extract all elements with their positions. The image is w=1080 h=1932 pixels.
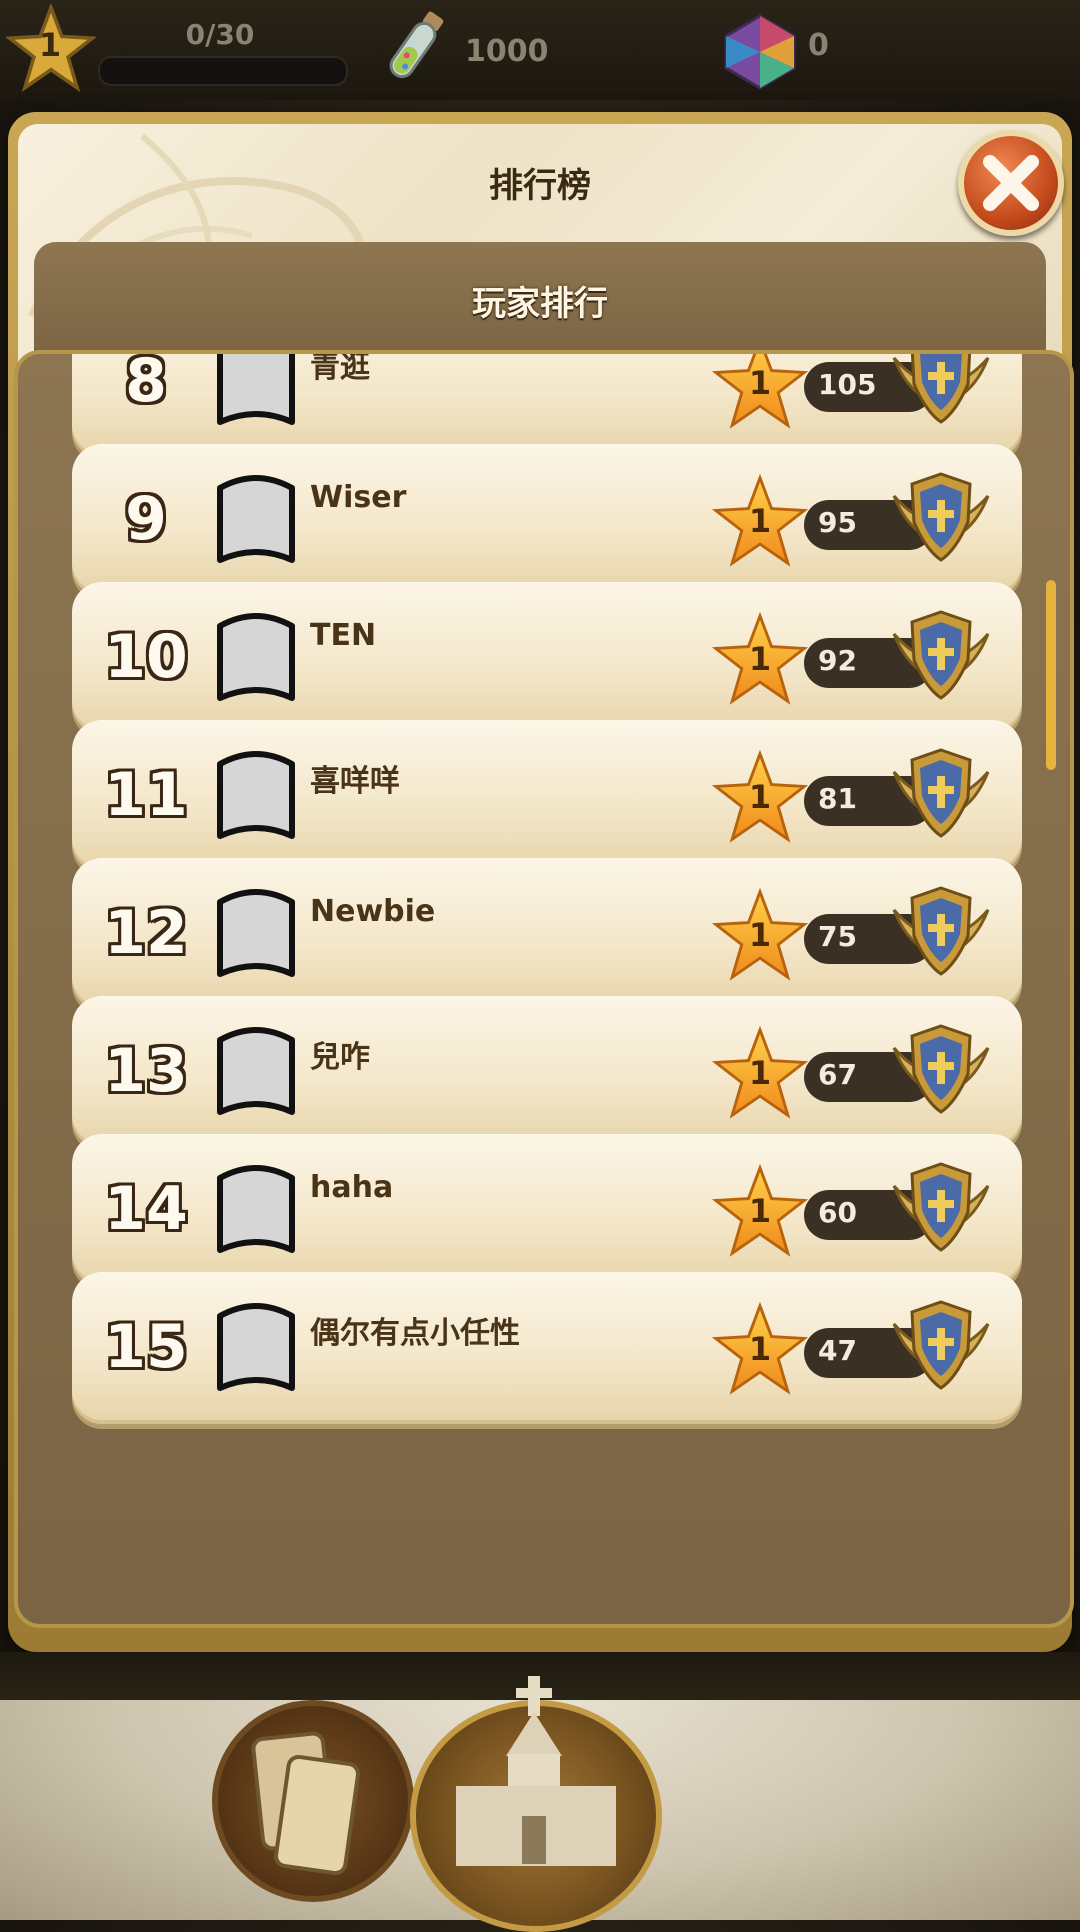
avatar-placeholder-icon[interactable] [212, 610, 300, 706]
avatar-placeholder-icon[interactable] [212, 354, 300, 430]
player-score: 75 [818, 920, 857, 953]
potion-icon[interactable] [368, 4, 458, 96]
close-button[interactable] [958, 130, 1064, 236]
rank-number: 14 [104, 1174, 188, 1244]
player-name: 偶尔有点小任性 [310, 1316, 520, 1351]
leaderboard-row[interactable]: 12 Newbie 1 75 [72, 858, 1022, 1010]
rank-number: 12 [104, 898, 188, 968]
leaderboard-row[interactable]: 10 TEN 1 92 [72, 582, 1022, 734]
rank-number: 11 [104, 760, 188, 830]
player-name: Wiser [310, 480, 407, 515]
church-nav-button[interactable] [410, 1676, 662, 1932]
avatar-placeholder-icon[interactable] [212, 1024, 300, 1120]
avatar-placeholder-icon[interactable] [212, 1300, 300, 1396]
shield-wings-icon [886, 604, 996, 704]
xp-progress-bar [98, 56, 348, 86]
player-name: TEN [310, 618, 377, 653]
avatar-placeholder-icon[interactable] [212, 748, 300, 844]
shield-wings-icon [886, 1018, 996, 1118]
avatar-placeholder-icon[interactable] [212, 472, 300, 568]
player-level: 1 [748, 502, 772, 540]
xp-text: 0/30 [185, 18, 255, 51]
player-name: Newbie [310, 894, 436, 929]
shield-wings-icon [886, 880, 996, 980]
list-scrollbar[interactable] [1046, 580, 1056, 770]
player-score: 92 [818, 644, 857, 677]
player-name: 喜咩咩 [310, 764, 400, 799]
close-icon[interactable] [976, 148, 1046, 218]
gem-count: 0 [808, 28, 829, 63]
player-score: 47 [818, 1334, 857, 1367]
player-level: 1 [38, 26, 62, 64]
player-score: 105 [818, 368, 877, 401]
leaderboard-row[interactable]: 9 Wiser 1 95 [72, 444, 1022, 596]
cards-icon [251, 1731, 361, 1876]
potion-count: 1000 [465, 34, 549, 69]
leaderboard-rows: 8 青逛 1 105 9 Wiser 1 95 10 TEN 1 92 11 喜咩咩 1 81 12 Newbie… [18, 354, 1070, 1624]
player-score: 60 [818, 1196, 857, 1229]
player-level: 1 [748, 1330, 772, 1368]
church-icon [456, 1676, 616, 1866]
leaderboard-row[interactable]: 13 兒咋 1 67 [72, 996, 1022, 1148]
avatar-placeholder-icon[interactable] [212, 1162, 300, 1258]
player-level: 1 [748, 640, 772, 678]
player-level: 1 [748, 778, 772, 816]
rank-number: 8 [125, 350, 167, 416]
rank-number: 15 [104, 1312, 188, 1382]
player-level: 1 [748, 1192, 772, 1230]
player-score: 67 [818, 1058, 857, 1091]
shield-wings-icon [886, 1294, 996, 1394]
top-hud: 1 0/30 1000 0 [0, 0, 1080, 100]
shield-wings-icon [886, 1156, 996, 1256]
player-name: 兒咋 [310, 1040, 370, 1075]
avatar-placeholder-icon[interactable] [212, 886, 300, 982]
rank-number: 10 [104, 622, 188, 692]
leaderboard-row[interactable]: 15 偶尔有点小任性 1 47 [72, 1272, 1022, 1424]
leaderboard-list[interactable]: 8 青逛 1 105 9 Wiser 1 95 10 TEN 1 92 11 喜咩咩 1 81 12 Newbie… [14, 350, 1074, 1628]
modal-title: 排行榜 [489, 166, 591, 206]
player-score: 81 [818, 782, 857, 815]
tab-player-ranking-label: 玩家排行 [472, 284, 608, 324]
rank-number: 9 [125, 484, 167, 554]
leaderboard-row[interactable]: 14 haha 1 60 [72, 1134, 1022, 1286]
player-level: 1 [748, 916, 772, 954]
player-name: haha [310, 1170, 394, 1205]
rank-number: 13 [104, 1036, 188, 1106]
shield-wings-icon [886, 742, 996, 842]
cards-nav-button[interactable] [212, 1700, 414, 1902]
gem-icon[interactable] [720, 12, 800, 92]
leaderboard-row[interactable]: 8 青逛 1 105 [72, 350, 1022, 458]
shield-wings-icon [886, 466, 996, 566]
player-score: 95 [818, 506, 857, 539]
leaderboard-row[interactable]: 11 喜咩咩 1 81 [72, 720, 1022, 872]
player-name: 青逛 [310, 350, 370, 385]
shield-wings-icon [886, 354, 996, 428]
player-level: 1 [748, 1054, 772, 1092]
player-level: 1 [748, 364, 772, 402]
